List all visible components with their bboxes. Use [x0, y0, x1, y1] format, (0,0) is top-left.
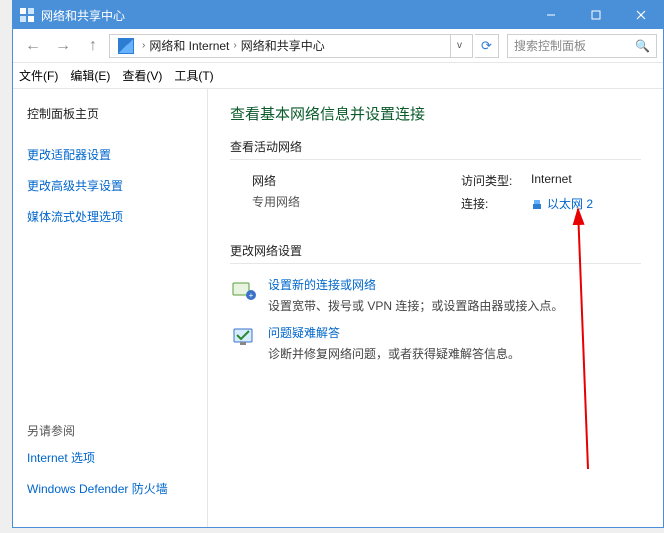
chevron-right-icon: › — [233, 40, 236, 51]
new-connection-icon: + — [230, 276, 258, 304]
sidebar-sharing-settings[interactable]: 更改高级共享设置 — [27, 177, 193, 194]
ethernet-icon — [531, 198, 543, 210]
sidebar-adapter-settings[interactable]: 更改适配器设置 — [27, 146, 193, 163]
active-network-row: 网络 专用网络 访问类型: Internet 连接: 以太网 2 — [230, 172, 641, 218]
page-heading: 查看基本网络信息并设置连接 — [230, 103, 641, 124]
menubar: 文件(F) 编辑(E) 查看(V) 工具(T) — [13, 63, 663, 89]
network-type: 专用网络 — [252, 193, 461, 210]
access-type-label: 访问类型: — [461, 172, 521, 189]
body: 控制面板主页 更改适配器设置 更改高级共享设置 媒体流式处理选项 另请参阅 In… — [13, 89, 663, 527]
close-button[interactable] — [618, 1, 663, 29]
titlebar: 网络和共享中心 — [13, 1, 663, 29]
sidebar-home[interactable]: 控制面板主页 — [27, 105, 193, 122]
refresh-button[interactable]: ⟳ — [475, 34, 499, 58]
breadcrumb-icon — [118, 38, 134, 54]
sidebar: 控制面板主页 更改适配器设置 更改高级共享设置 媒体流式处理选项 另请参阅 In… — [13, 89, 208, 527]
task-new-connection-link[interactable]: 设置新的连接或网络 — [268, 276, 563, 293]
sidebar-defender-firewall[interactable]: Windows Defender 防火墙 — [27, 480, 193, 497]
section-change-settings: 更改网络设置 — [230, 242, 641, 259]
breadcrumb-item[interactable]: 网络和 Internet — [149, 37, 229, 54]
menu-tools[interactable]: 工具(T) — [174, 67, 213, 84]
up-button[interactable]: ↑ — [79, 32, 107, 60]
window: 网络和共享中心 ← → ↑ › 网络和 Internet › 网络和共享中心 v… — [12, 0, 664, 528]
menu-file[interactable]: 文件(F) — [19, 67, 58, 84]
minimize-button[interactable] — [528, 1, 573, 29]
task-new-connection-desc: 设置宽带、拨号或 VPN 连接；或设置路由器或接入点。 — [268, 297, 563, 314]
network-name: 网络 — [252, 172, 461, 189]
section-active-networks: 查看活动网络 — [230, 138, 641, 155]
task-new-connection: + 设置新的连接或网络 设置宽带、拨号或 VPN 连接；或设置路由器或接入点。 — [230, 276, 641, 314]
search-placeholder: 搜索控制面板 — [514, 37, 586, 54]
divider — [230, 159, 641, 160]
sidebar-see-also-header: 另请参阅 — [27, 422, 193, 439]
nav-row: ← → ↑ › 网络和 Internet › 网络和共享中心 v ⟳ 搜索控制面… — [13, 29, 663, 63]
connection-label: 连接: — [461, 195, 521, 212]
divider — [230, 263, 641, 264]
connection-link[interactable]: 以太网 2 — [531, 195, 593, 212]
search-icon: 🔍 — [635, 39, 650, 53]
main-panel: 查看基本网络信息并设置连接 查看活动网络 网络 专用网络 访问类型: Inter… — [208, 89, 663, 527]
troubleshoot-icon — [230, 324, 258, 352]
back-button[interactable]: ← — [19, 32, 47, 60]
menu-view[interactable]: 查看(V) — [122, 67, 162, 84]
breadcrumb-dropdown[interactable]: v — [450, 35, 468, 57]
maximize-button[interactable] — [573, 1, 618, 29]
search-input[interactable]: 搜索控制面板 🔍 — [507, 34, 657, 58]
task-troubleshoot-link[interactable]: 问题疑难解答 — [268, 324, 520, 341]
task-troubleshoot-desc: 诊断并修复网络问题，或者获得疑难解答信息。 — [268, 345, 520, 362]
breadcrumb[interactable]: › 网络和 Internet › 网络和共享中心 v — [109, 34, 473, 58]
app-icon — [19, 7, 35, 23]
svg-text:+: + — [249, 291, 254, 300]
connection-value: 以太网 2 — [547, 195, 593, 212]
sidebar-internet-options[interactable]: Internet 选项 — [27, 449, 193, 466]
sidebar-media-streaming[interactable]: 媒体流式处理选项 — [27, 208, 193, 225]
window-title: 网络和共享中心 — [41, 7, 528, 24]
forward-button[interactable]: → — [49, 32, 77, 60]
task-troubleshoot: 问题疑难解答 诊断并修复网络问题，或者获得疑难解答信息。 — [230, 324, 641, 362]
chevron-right-icon: › — [142, 40, 145, 51]
menu-edit[interactable]: 编辑(E) — [70, 67, 110, 84]
access-type-value: Internet — [531, 172, 572, 189]
breadcrumb-item[interactable]: 网络和共享中心 — [241, 37, 325, 54]
